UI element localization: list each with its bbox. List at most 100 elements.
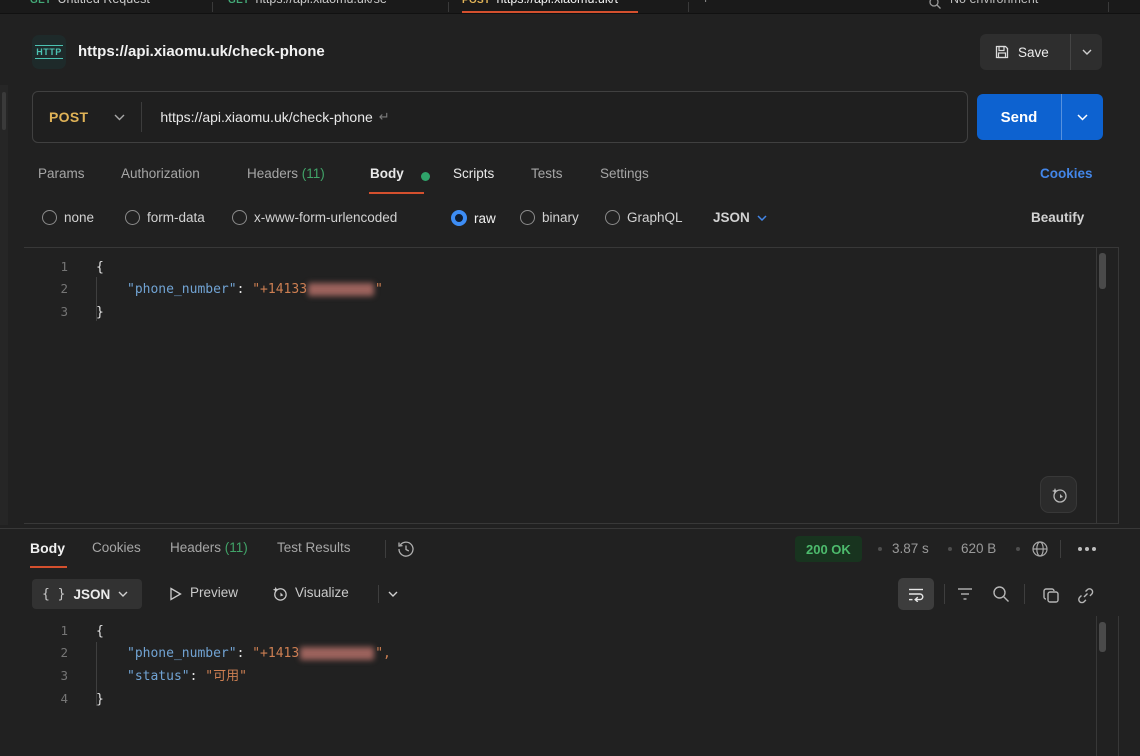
preview-button[interactable]: Preview	[190, 585, 238, 600]
dot-separator	[878, 547, 882, 551]
tab-divider	[688, 2, 689, 12]
response-tab-cookies[interactable]: Cookies	[92, 540, 141, 555]
tab-settings[interactable]: Settings	[600, 166, 649, 181]
dot-separator	[948, 547, 952, 551]
json-value-suffix: ",	[375, 646, 391, 661]
network-info-button[interactable]	[1030, 539, 1050, 559]
chevron-down-icon	[1077, 114, 1088, 121]
postbot-sparkle-icon	[1049, 485, 1069, 505]
request-tab-2[interactable]: GEThttps://api.xiaomu.uk/se	[228, 0, 387, 6]
response-history-button[interactable]	[396, 539, 416, 559]
save-button[interactable]: Save	[980, 34, 1070, 70]
response-editor-scrollbar[interactable]	[1099, 622, 1106, 652]
url-input[interactable]: https://api.xiaomu.uk/check-phone	[160, 109, 372, 125]
request-title: https://api.xiaomu.uk/check-phone	[78, 43, 325, 60]
search-response-button[interactable]	[990, 583, 1012, 605]
divider	[944, 584, 945, 604]
new-tab-button[interactable]: +	[702, 0, 709, 6]
wrap-text-button-active[interactable]	[898, 578, 934, 610]
response-size[interactable]: 620 B	[961, 541, 996, 556]
save-options-button[interactable]	[1070, 34, 1102, 70]
preview-play-icon[interactable]	[168, 586, 183, 602]
braces-icon: { }	[42, 587, 65, 602]
http-icon-label: HTTP	[35, 45, 63, 59]
request-body-editor[interactable]: 1{ 2"phone_number": "+14133" 3}	[0, 247, 1096, 523]
radio-form-data[interactable]: form-data	[125, 210, 205, 225]
environment-selector[interactable]: No environment	[950, 0, 1038, 6]
radio-label: x-www-form-urlencoded	[254, 210, 397, 225]
share-link-button[interactable]	[1074, 584, 1096, 606]
ellipsis-icon	[1085, 547, 1089, 551]
visualize-button[interactable]: Visualize	[295, 585, 349, 600]
code-token-group: "phone_number": "+14133"	[127, 282, 383, 297]
tab-body-active[interactable]: Body	[370, 166, 404, 181]
request-tab-3-active[interactable]: POST https://api.xiaomu.uk/t	[462, 0, 618, 6]
tab-tests[interactable]: Tests	[531, 166, 563, 181]
sidebar-edge-notch	[2, 92, 6, 130]
response-body-viewer[interactable]: 1{ 2"phone_number": "+1413", 3"status": …	[0, 616, 1096, 756]
workspace-tab-strip: GETUntitled Request GEThttps://api.xiaom…	[0, 0, 1140, 14]
tab-scripts[interactable]: Scripts	[453, 166, 494, 181]
divider	[1060, 540, 1061, 558]
json-key: "status"	[127, 669, 190, 684]
radio-circle	[42, 210, 57, 225]
response-time[interactable]: 3.87 s	[892, 541, 929, 556]
response-format-dropdown[interactable]: { } JSON	[32, 579, 142, 609]
editor-gutter-border	[1118, 247, 1119, 524]
json-value-prefix: "+14133	[252, 282, 307, 297]
tab-headers[interactable]: Headers (11)	[247, 166, 325, 181]
cookies-link[interactable]: Cookies	[1040, 166, 1093, 181]
line-number: 3	[0, 667, 68, 685]
redacted-value	[308, 283, 374, 296]
method-badge: POST	[462, 0, 490, 6]
method-badge: GET	[228, 0, 249, 6]
response-tab-body-active[interactable]: Body	[30, 540, 65, 556]
line-number: 4	[0, 690, 68, 708]
method-badge: GET	[30, 0, 51, 6]
code-token: {	[96, 260, 104, 275]
ellipsis-icon	[1092, 547, 1096, 551]
status-badge[interactable]: 200 OK	[795, 536, 862, 562]
json-value-prefix: "+1413	[252, 646, 299, 661]
editor-right-border	[1096, 247, 1097, 524]
filter-button[interactable]	[955, 585, 975, 603]
request-editor-scrollbar[interactable]	[1099, 253, 1106, 289]
line-number: 1	[0, 258, 68, 276]
radio-urlencoded[interactable]: x-www-form-urlencoded	[232, 210, 397, 225]
chevron-down-icon	[118, 591, 128, 597]
visualize-options-chevron-icon[interactable]	[388, 591, 398, 597]
tab-params[interactable]: Params	[38, 166, 85, 181]
radio-label: GraphQL	[627, 210, 683, 225]
copy-response-button[interactable]	[1040, 584, 1062, 606]
postbot-button[interactable]	[1040, 476, 1077, 513]
beautify-link[interactable]: Beautify	[1031, 210, 1084, 225]
body-format-dropdown[interactable]: JSON	[713, 210, 767, 225]
response-editor-right-border	[1096, 616, 1097, 756]
radio-graphql[interactable]: GraphQL	[605, 210, 683, 225]
url-bar: POST https://api.xiaomu.uk/check-phone ↵	[32, 91, 968, 143]
json-colon: :	[237, 646, 253, 661]
request-tab-1[interactable]: GETUntitled Request	[30, 0, 150, 6]
response-headers-label: Headers	[170, 540, 221, 555]
radio-raw-selected[interactable]: raw	[451, 210, 496, 226]
response-tab-test-results[interactable]: Test Results	[277, 540, 351, 555]
radio-circle	[232, 210, 247, 225]
tab-headers-label: Headers	[247, 166, 298, 181]
radio-label: none	[64, 210, 94, 225]
radio-binary[interactable]: binary	[520, 210, 579, 225]
response-section-border	[0, 528, 1140, 529]
json-key: "phone_number"	[127, 646, 237, 661]
format-label: JSON	[713, 210, 750, 225]
response-more-actions-button[interactable]	[1074, 543, 1100, 555]
tab-label: https://api.xiaomu.uk/t	[496, 0, 618, 6]
tab-authorization[interactable]: Authorization	[121, 166, 200, 181]
code-line: 1{	[0, 622, 104, 641]
save-button-group: Save	[980, 34, 1102, 70]
response-tab-headers[interactable]: Headers (11)	[170, 540, 248, 555]
visualize-sparkle-icon[interactable]	[270, 584, 289, 603]
radio-none[interactable]: none	[42, 210, 94, 225]
body-modified-dot	[421, 172, 430, 181]
send-button[interactable]: Send	[977, 94, 1061, 140]
send-options-button[interactable]	[1061, 94, 1103, 140]
method-selector[interactable]: POST	[33, 109, 141, 125]
